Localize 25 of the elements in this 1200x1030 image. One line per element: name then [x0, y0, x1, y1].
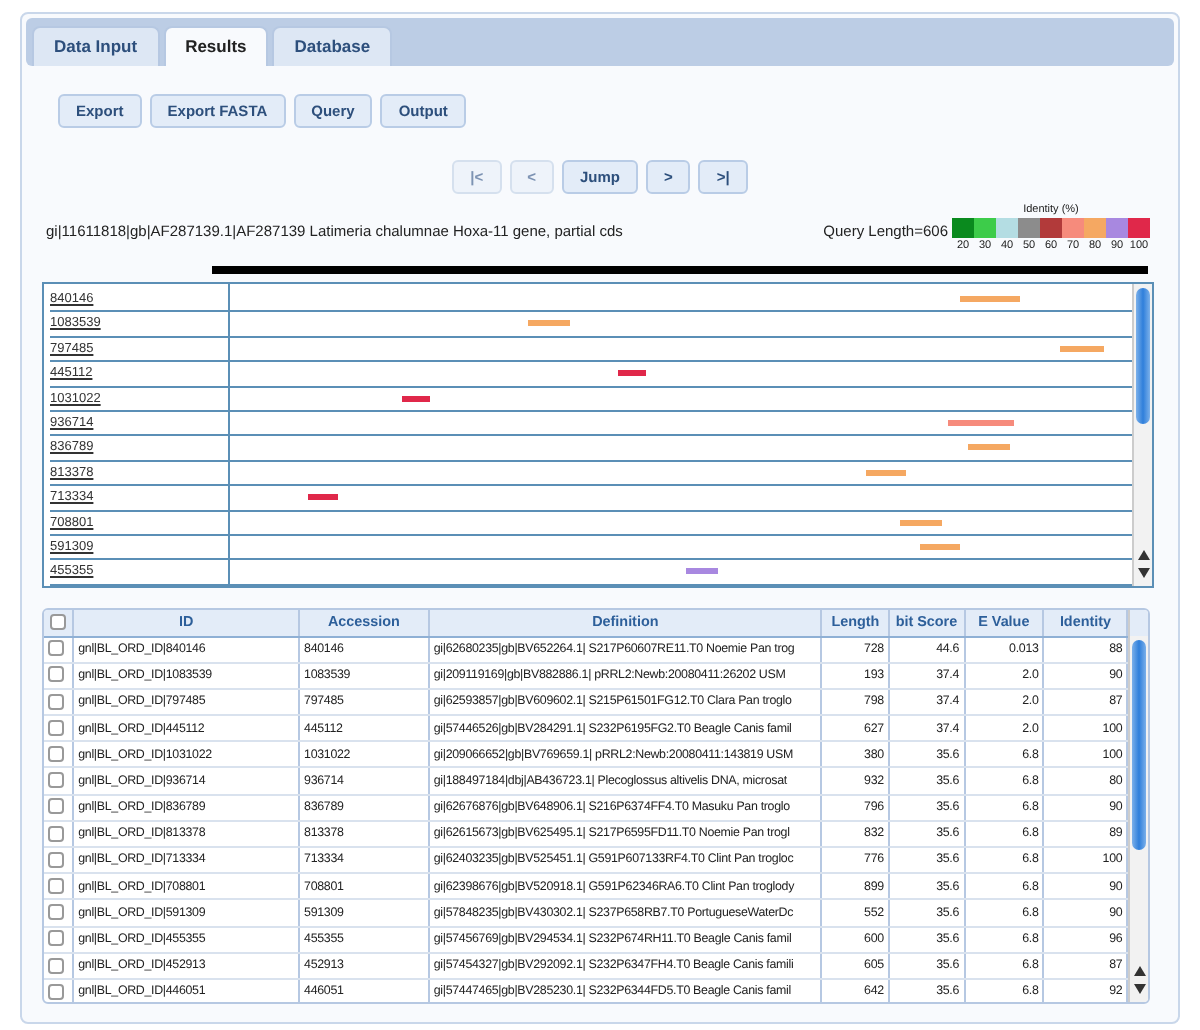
tab[interactable]: Results	[163, 26, 269, 66]
scroll-down-icon[interactable]	[1137, 568, 1149, 578]
row-checkbox[interactable]	[48, 877, 64, 894]
row-checkbox[interactable]	[48, 746, 64, 763]
row-checkbox[interactable]	[48, 798, 64, 815]
row-checkbox[interactable]	[48, 640, 64, 657]
select-all-checkbox[interactable]	[50, 613, 67, 630]
tab[interactable]: Database	[272, 26, 393, 66]
scrollbar[interactable]	[1128, 610, 1148, 1002]
row-checkbox[interactable]	[48, 851, 64, 868]
row-checkbox[interactable]	[48, 719, 64, 736]
row-checkbox[interactable]	[48, 904, 64, 921]
row-checkbox[interactable]	[48, 666, 64, 683]
row-checkbox[interactable]	[48, 930, 64, 947]
row-checkbox[interactable]	[48, 693, 64, 710]
header-corner	[1130, 610, 1148, 636]
row-checkbox[interactable]	[48, 825, 64, 842]
scroll-up-icon[interactable]	[1133, 966, 1146, 976]
row-checkbox[interactable]	[48, 983, 64, 1000]
scroll-up-icon[interactable]	[1137, 550, 1149, 560]
tab[interactable]: Data Input	[32, 26, 160, 66]
scroll-down-icon[interactable]	[1133, 984, 1146, 994]
scrollbar[interactable]	[1132, 284, 1152, 586]
row-checkbox[interactable]	[48, 957, 64, 974]
row-checkbox[interactable]	[48, 772, 64, 789]
